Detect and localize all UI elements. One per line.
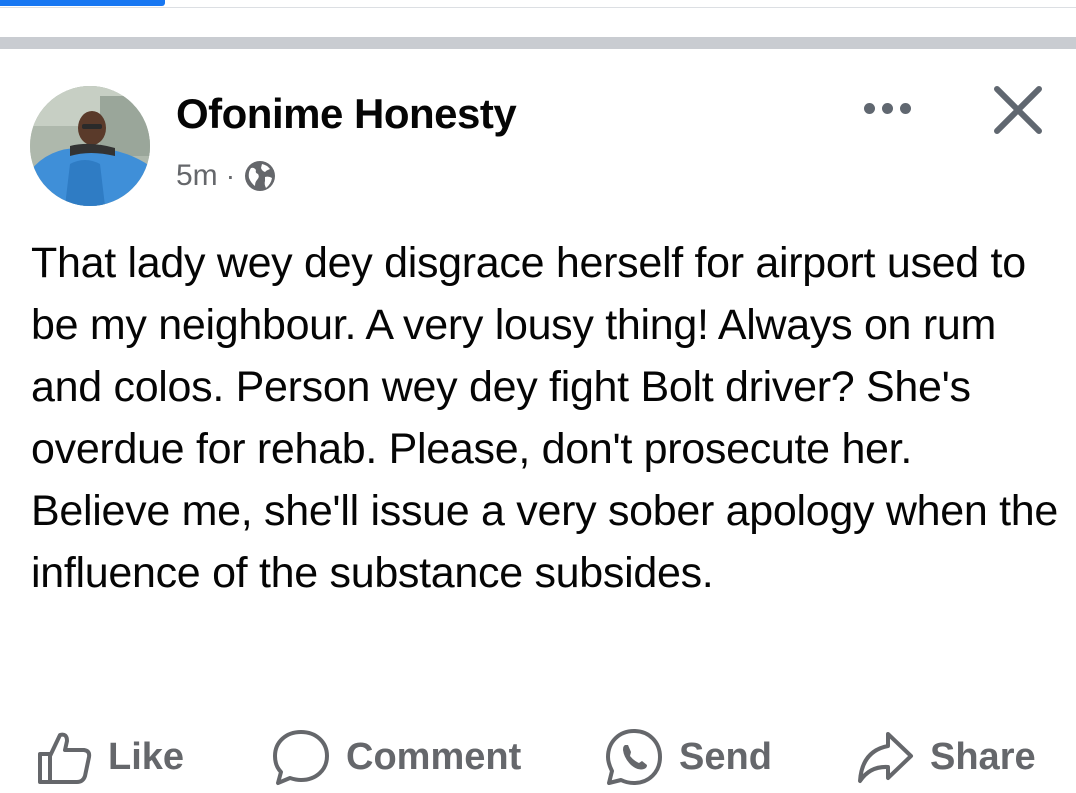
action-bar: Like Comment Send Share (0, 722, 1076, 792)
post-timestamp[interactable]: 5m (176, 159, 218, 193)
comment-bubble-icon (273, 730, 329, 785)
thumbs-up-icon (38, 732, 92, 784)
share-arrow-icon (858, 732, 913, 783)
tab-indicator (0, 0, 165, 6)
meta-separator: · (225, 160, 236, 191)
more-dot (899, 102, 911, 114)
more-dot (881, 102, 893, 114)
send-label: Send (679, 735, 772, 778)
section-separator (0, 37, 1076, 49)
globe-icon[interactable] (243, 159, 277, 193)
like-button[interactable]: Like (34, 722, 184, 792)
like-label: Like (108, 735, 185, 778)
close-icon[interactable] (992, 84, 1044, 136)
share-button[interactable]: Share (854, 722, 1036, 792)
comment-button[interactable]: Comment (270, 722, 521, 792)
top-divider (0, 7, 1076, 8)
post-text: That lady wey dey disgrace herself for a… (31, 239, 1058, 597)
post-meta: 5m · (176, 156, 277, 196)
more-options-button[interactable] (852, 90, 922, 126)
send-button[interactable]: Send (603, 722, 772, 792)
avatar[interactable] (30, 86, 150, 206)
avatar-photo (30, 86, 150, 206)
whatsapp-icon (606, 729, 662, 785)
author-name[interactable]: Ofonime Honesty (176, 90, 517, 138)
more-horizontal-icon (863, 102, 875, 114)
comment-label: Comment (346, 735, 522, 778)
post-view: Ofonime Honesty 5m · That lady wey dey d… (0, 0, 1076, 793)
share-label: Share (930, 735, 1036, 778)
